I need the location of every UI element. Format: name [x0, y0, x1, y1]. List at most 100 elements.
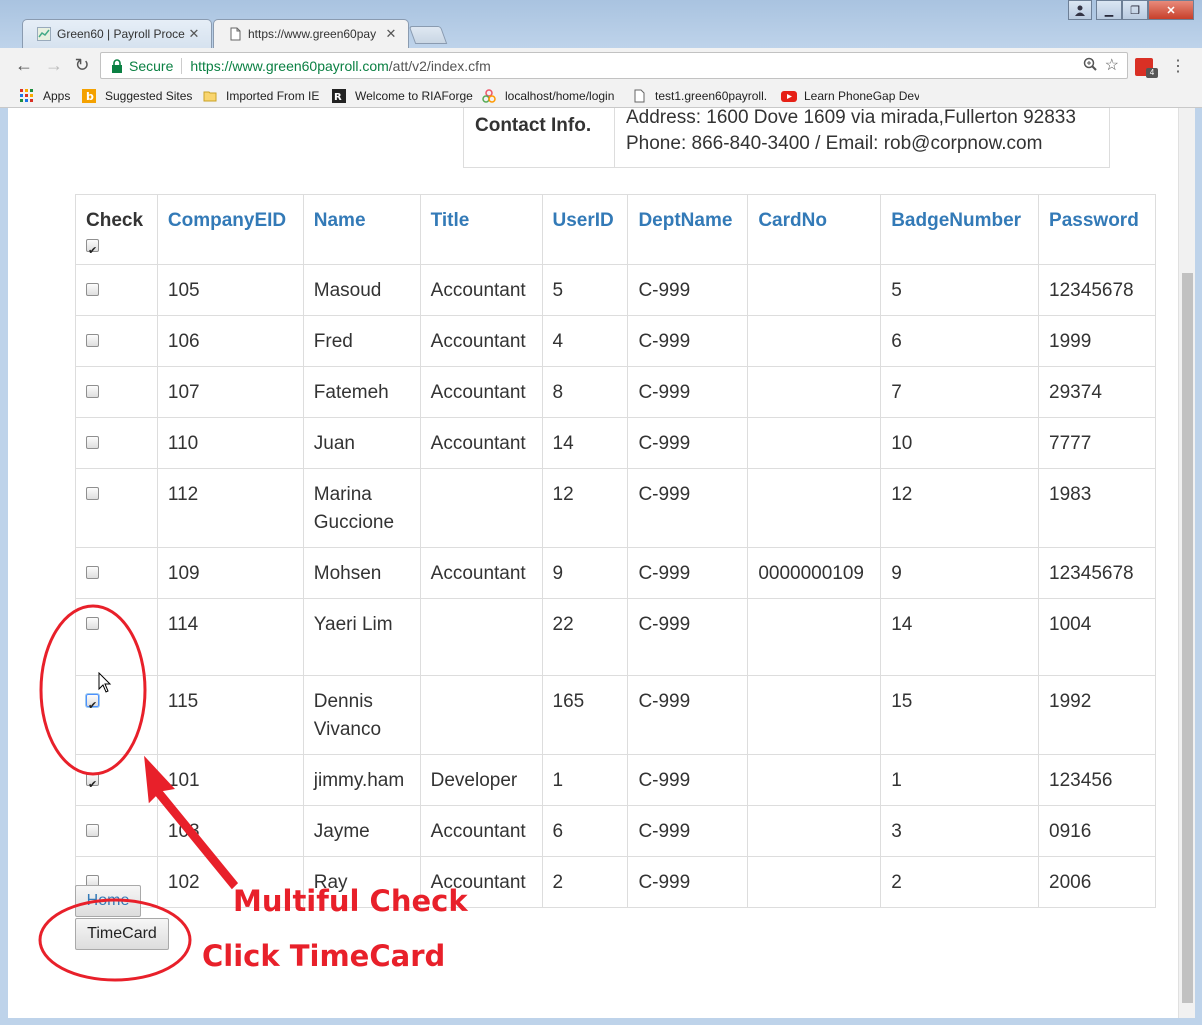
back-arrow-icon[interactable]: ← [12, 53, 36, 77]
contact-address: Address: 1600 Dove 1609 via mirada,Fulle… [626, 108, 1076, 128]
company-eid-cell: 115 [156, 675, 304, 755]
forward-arrow-icon[interactable]: → [42, 53, 66, 77]
bookmark-apps[interactable]: Apps [20, 87, 82, 104]
restore-icon[interactable]: ❐ [1122, 0, 1148, 20]
name-cell: Mohsen [302, 547, 421, 599]
extension-badge: 4 [1146, 68, 1158, 78]
green60-favicon [37, 27, 51, 41]
password-cell: 2006 [1038, 856, 1156, 908]
column-header-deptname[interactable]: DeptName [627, 194, 749, 265]
name-cell: Masoud [302, 264, 421, 316]
name-cell: Yaeri Lim [302, 598, 421, 676]
badgenumber-cell: 14 [880, 598, 1040, 676]
deptname-cell: C-999 [627, 754, 749, 806]
password-cell: 12345678 [1038, 547, 1156, 599]
table-row: 114 Yaeri Lim 22 C-999 14 1004 [75, 598, 1156, 676]
row-checkbox[interactable] [86, 617, 99, 630]
name-cell: Ray [302, 856, 421, 908]
column-header-password[interactable]: Password [1038, 194, 1156, 265]
bookmark-localhost[interactable]: localhost/home/login [482, 87, 620, 104]
apps-grid-icon [20, 88, 34, 103]
tab-green60-att[interactable]: https://www.green60pay ✕ [213, 19, 409, 48]
column-header-name[interactable]: Name [302, 194, 421, 265]
close-window-icon[interactable]: ✕ [1148, 0, 1194, 20]
userid-cell: 12 [541, 468, 629, 548]
title-cell: Accountant [419, 805, 543, 857]
row-checkbox[interactable] [86, 385, 99, 398]
company-eid-cell: 114 [156, 598, 304, 676]
title-cell: Accountant [419, 417, 543, 469]
badgenumber-cell: 5 [880, 264, 1040, 316]
bookmark-star-icon[interactable]: ☆ [1105, 55, 1119, 75]
company-eid-cell: 110 [156, 417, 304, 469]
reload-icon[interactable]: ↻ [70, 53, 94, 77]
row-checkbox[interactable] [86, 283, 99, 296]
bookmark-suggested-sites[interactable]: b Suggested Sites [82, 87, 200, 104]
check-cell [75, 315, 158, 367]
home-button[interactable]: Home [75, 885, 141, 917]
company-eid-cell: 112 [156, 468, 304, 548]
userid-cell: 1 [541, 754, 629, 806]
bookmark-label: Welcome to RIAForge [355, 88, 473, 103]
close-tab-icon[interactable]: ✕ [185, 26, 203, 42]
column-header-cardno[interactable]: CardNo [747, 194, 882, 265]
minimize-icon[interactable]: ▁ [1096, 0, 1122, 20]
bookmark-label: Learn PhoneGap Dev [804, 88, 919, 103]
password-cell: 1004 [1038, 598, 1156, 676]
address-bar[interactable]: Secure https://www.green60payroll.com/at… [100, 52, 1128, 79]
title-cell: Developer [419, 754, 543, 806]
check-cell [75, 754, 158, 806]
row-checkbox[interactable] [86, 566, 99, 579]
new-tab-button[interactable] [408, 26, 448, 44]
user-profile-icon[interactable] [1068, 0, 1092, 20]
row-checkbox[interactable] [86, 824, 99, 837]
column-header-userid[interactable]: UserID [541, 194, 629, 265]
zoom-icon[interactable] [1083, 57, 1097, 74]
close-tab-icon[interactable]: ✕ [382, 26, 400, 42]
bookmark-test1[interactable]: test1.green60payroll. [632, 87, 772, 104]
badgenumber-cell: 1 [880, 754, 1040, 806]
svg-text:b: b [86, 90, 94, 103]
contact-info-table: Contact Info. Address: 1600 Dove 1609 vi… [463, 108, 1110, 168]
tab-green60-payroll[interactable]: Green60 | Payroll Process ✕ [22, 19, 212, 48]
badgenumber-cell: 15 [880, 675, 1040, 755]
employee-table: Check CompanyEID Name Title UserID DeptN… [75, 194, 1156, 908]
title-cell [419, 675, 543, 755]
check-cell [75, 468, 158, 548]
bookmark-label: Apps [43, 88, 71, 103]
password-cell: 12345678 [1038, 264, 1156, 316]
bookmark-phonegap[interactable]: Learn PhoneGap Dev [781, 87, 919, 104]
table-row: 101jimmy.hamDeveloper1C-9991123456 [75, 754, 1156, 806]
folder-icon [203, 89, 217, 103]
select-all-checkbox[interactable] [86, 237, 99, 265]
timecard-button[interactable]: TimeCard [75, 918, 169, 950]
vertical-scrollbar[interactable] [1178, 108, 1195, 1018]
password-cell: 1983 [1038, 468, 1156, 548]
column-header-title[interactable]: Title [419, 194, 543, 265]
userid-cell: 22 [541, 598, 629, 676]
tab-title: Green60 | Payroll Process [57, 27, 185, 41]
check-cell [75, 417, 158, 469]
scrollbar-thumb[interactable] [1182, 273, 1193, 1003]
column-header-companyeid[interactable]: CompanyEID [156, 194, 304, 265]
deptname-cell: C-999 [627, 468, 749, 548]
row-checkbox[interactable] [86, 436, 99, 449]
row-checkbox[interactable] [86, 771, 99, 799]
tab-title: https://www.green60pay [248, 27, 377, 41]
name-cell: Dennis Vivanco [302, 675, 421, 755]
bookmark-imported-from-ie[interactable]: Imported From IE [203, 87, 328, 104]
riaforge-icon: R [332, 88, 346, 103]
badgenumber-cell: 9 [880, 547, 1040, 599]
row-checkbox[interactable] [86, 334, 99, 347]
row-checkbox[interactable] [86, 692, 99, 720]
company-eid-cell: 106 [156, 315, 304, 367]
youtube-icon [781, 89, 797, 103]
deptname-cell: C-999 [627, 598, 749, 676]
chrome-menu-icon[interactable]: ⋮ [1170, 56, 1186, 76]
cardno-cell: 0000000109 [747, 547, 882, 599]
column-header-badgenumber[interactable]: BadgeNumber [880, 194, 1040, 265]
bookmark-riaforge[interactable]: R Welcome to RIAForge [332, 87, 474, 104]
table-row: 109 Mohsen Accountant 9 C-999 0000000109 9 1234… [75, 547, 1156, 599]
deptname-cell: C-999 [627, 366, 749, 418]
row-checkbox[interactable] [86, 487, 99, 500]
